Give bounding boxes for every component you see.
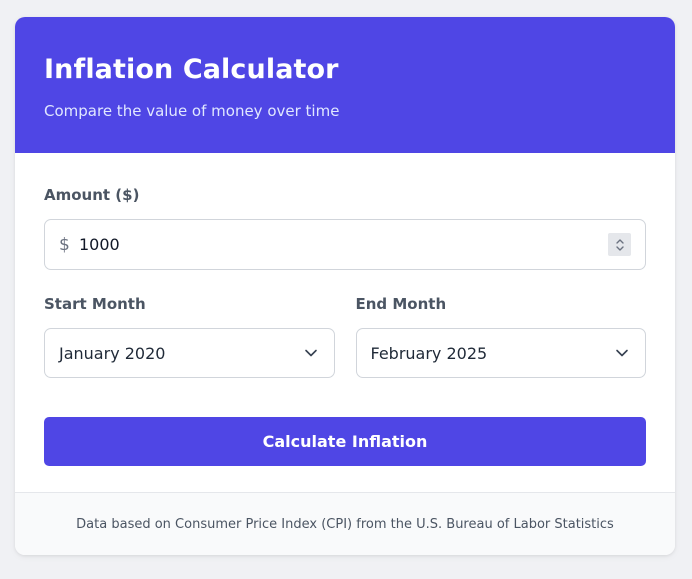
footer-note: Data based on Consumer Price Index (CPI)…	[15, 492, 675, 555]
page-title: Inflation Calculator	[44, 54, 339, 85]
end-month-select[interactable]: February 2025	[355, 328, 646, 378]
footer-text: Data based on Consumer Price Index (CPI)…	[76, 516, 614, 532]
chevron-down-icon	[304, 349, 317, 357]
end-month-value: February 2025	[370, 343, 488, 363]
amount-input[interactable]	[79, 220, 599, 269]
end-month-label: End Month	[355, 295, 447, 313]
number-spinner-icon[interactable]	[608, 233, 631, 256]
start-month-label: Start Month	[44, 295, 146, 313]
chevron-down-icon	[616, 349, 628, 357]
page-subtitle: Compare the value of money over time	[44, 102, 340, 120]
form: Amount ($) $ Start Month January 2020	[15, 153, 675, 466]
calculator-card: Inflation Calculator Compare the value o…	[15, 17, 675, 555]
calculate-button[interactable]: Calculate Inflation	[44, 417, 646, 466]
start-month-value: January 2020	[59, 343, 166, 363]
amount-label: Amount ($)	[44, 186, 140, 204]
amount-field[interactable]: $	[44, 219, 646, 270]
start-month-select[interactable]: January 2020	[44, 328, 335, 378]
header: Inflation Calculator Compare the value o…	[15, 17, 675, 153]
currency-symbol: $	[59, 235, 70, 255]
